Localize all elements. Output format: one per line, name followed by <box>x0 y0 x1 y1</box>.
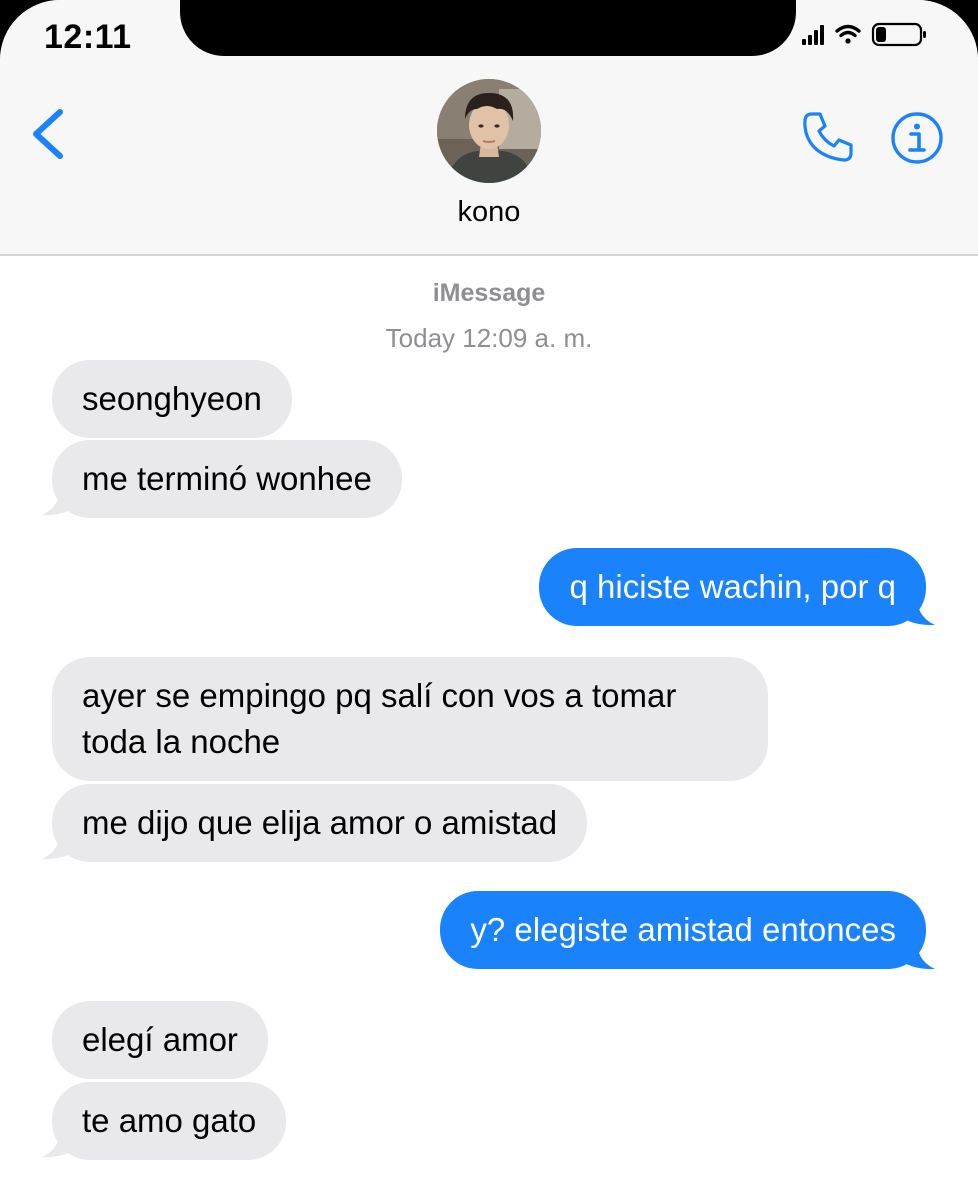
conversation-timestamp: Today 12:09 a. m. <box>385 323 593 353</box>
service-label: iMessage <box>432 279 546 307</box>
message-bubble-incoming[interactable]: ayer se empingo pq salí con vos a tomar … <box>52 657 768 781</box>
chevron-left-icon <box>33 109 63 159</box>
message-bubble-incoming[interactable]: me terminó wonhee <box>52 440 402 518</box>
contact-name[interactable]: kono <box>0 196 978 229</box>
messages-screen: 12:11 kono iMessage Today 12:09 a. m. se… <box>0 0 978 1200</box>
status-time: 12:11 <box>44 18 132 56</box>
message-bubble-incoming[interactable]: me dijo que elija amor o amistad <box>52 784 588 862</box>
message-bubble-outgoing[interactable]: y? elegiste amistad entonces <box>440 891 926 969</box>
info-button[interactable] <box>889 110 945 166</box>
back-button[interactable] <box>24 106 74 166</box>
cellular-signal-icon <box>802 25 824 45</box>
message-bubble-outgoing[interactable]: q hiciste wachin, por q <box>539 548 926 626</box>
message-bubble-incoming[interactable]: elegí amor <box>52 1001 268 1079</box>
device-notch <box>180 0 796 56</box>
status-icons <box>800 22 930 56</box>
avatar[interactable] <box>437 79 541 183</box>
message-bubble-incoming[interactable]: seonghyeon <box>52 360 292 438</box>
wifi-icon <box>835 24 861 44</box>
battery-icon <box>871 22 926 47</box>
info-icon <box>891 112 943 164</box>
message-bubble-incoming[interactable]: te amo gato <box>52 1082 287 1160</box>
phone-icon <box>803 112 853 162</box>
call-button[interactable] <box>798 108 858 168</box>
